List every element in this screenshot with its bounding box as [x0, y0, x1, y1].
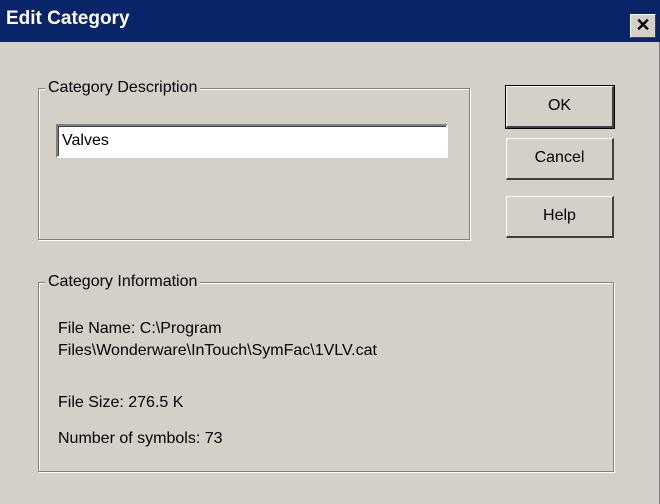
help-button[interactable]: Help: [506, 196, 614, 238]
category-information-label: Category Information: [45, 271, 201, 293]
category-description-group: Category Description: [38, 77, 470, 240]
file-name-line2: Files\Wonderware\InTouch\SymFac\1VLV.cat: [58, 342, 377, 359]
file-name-line1: File Name: C:\Program: [58, 320, 222, 337]
symbol-count: Number of symbols: 73: [58, 430, 223, 447]
title-bar: Edit Category ✕: [0, 0, 660, 42]
dialog-title: Edit Category: [6, 8, 130, 29]
file-size: File Size: 276.5 K: [58, 394, 184, 411]
category-description-input[interactable]: [56, 124, 448, 158]
close-button[interactable]: ✕: [630, 14, 656, 38]
category-description-label: Category Description: [45, 77, 201, 99]
close-icon: ✕: [635, 15, 651, 35]
cancel-button[interactable]: Cancel: [506, 138, 614, 180]
ok-button[interactable]: OK: [505, 85, 615, 129]
edit-category-dialog: Edit Category ✕ Category Description OK …: [0, 0, 660, 504]
